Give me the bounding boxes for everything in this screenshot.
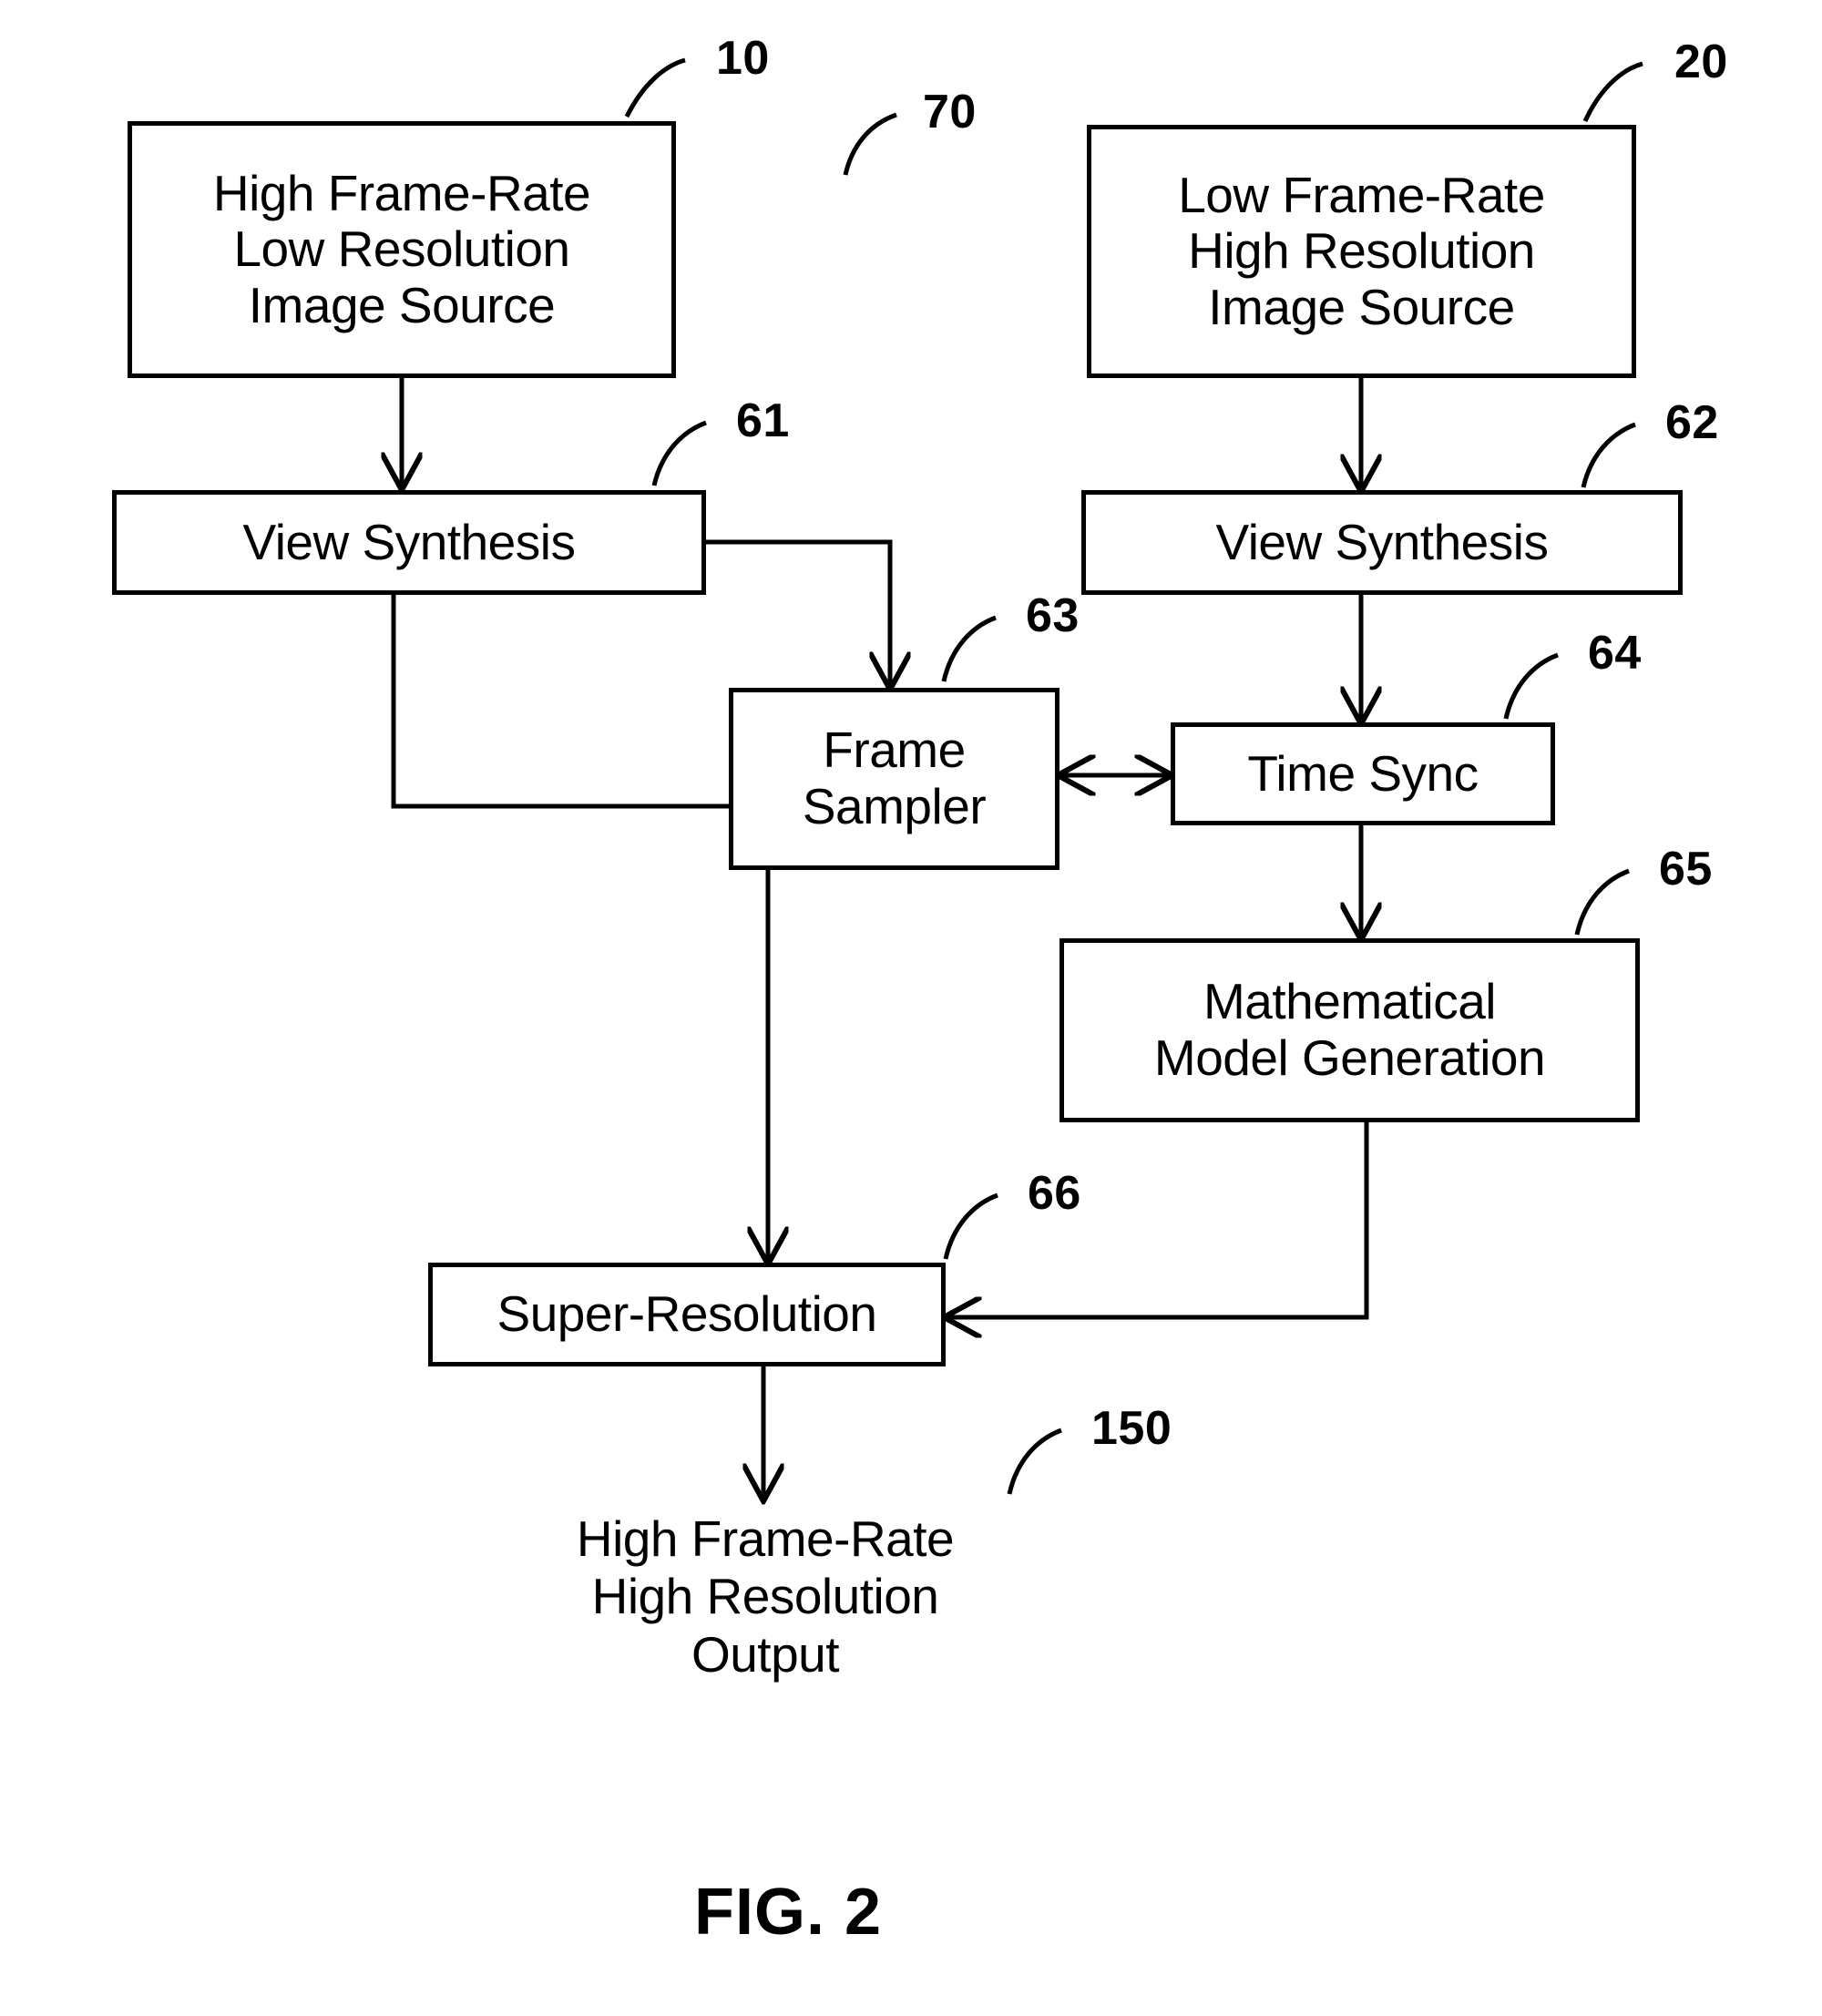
ref-numeral-20: 20 bbox=[1674, 36, 1728, 88]
ref-numeral-10: 10 bbox=[716, 32, 770, 85]
connector-viewsynth61-to-superres66 bbox=[391, 595, 768, 1263]
block-time-sync[interactable]: Time Sync bbox=[1171, 722, 1555, 825]
ref-numeral-150: 150 bbox=[1091, 1402, 1172, 1455]
connector-viewsynth61-to-framesampler63 bbox=[706, 539, 890, 688]
block-super-resolution[interactable]: Super-Resolution bbox=[428, 1263, 946, 1366]
block-label-view-synthesis-62: View Synthesis bbox=[1215, 513, 1549, 570]
block-low-framerate-high-res-source[interactable]: Low Frame-Rate High Resolution Image Sou… bbox=[1087, 125, 1636, 378]
leader-line-66 bbox=[943, 1192, 998, 1260]
ref-numeral-66: 66 bbox=[1028, 1167, 1081, 1220]
ref-numeral-61: 61 bbox=[736, 394, 790, 447]
block-label-time-sync-64: Time Sync bbox=[1247, 744, 1479, 802]
leader-line-61 bbox=[651, 420, 707, 486]
ref-numeral-70: 70 bbox=[923, 86, 977, 138]
ref-numeral-64: 64 bbox=[1588, 627, 1642, 680]
figure-caption: FIG. 2 bbox=[694, 1876, 883, 1949]
block-label-math-model-65: Mathematical Model Generation bbox=[1153, 973, 1546, 1086]
ref-numeral-62: 62 bbox=[1665, 396, 1719, 449]
leader-line-63 bbox=[941, 615, 997, 682]
block-label-view-synthesis-61: View Synthesis bbox=[242, 513, 576, 570]
block-view-synthesis-left[interactable]: View Synthesis bbox=[112, 490, 706, 595]
leader-line-20 bbox=[1582, 61, 1643, 123]
block-label-source-20: Low Frame-Rate High Resolution Image Sou… bbox=[1178, 166, 1545, 335]
leader-line-62 bbox=[1581, 422, 1636, 488]
block-label-super-resolution-66: Super-Resolution bbox=[496, 1285, 877, 1343]
leader-line-150 bbox=[1007, 1428, 1062, 1495]
leader-line-64 bbox=[1503, 652, 1559, 720]
block-mathematical-model-generation[interactable]: Mathematical Model Generation bbox=[1059, 938, 1640, 1122]
block-high-framerate-low-res-source[interactable]: High Frame-Rate Low Resolution Image Sou… bbox=[128, 121, 676, 378]
leader-line-10 bbox=[624, 57, 686, 118]
output-high-framerate-high-res: High Frame-Rate High Resolution Output bbox=[576, 1510, 955, 1683]
connector-mathmodel65-to-superres66 bbox=[946, 1122, 1369, 1317]
block-view-synthesis-right[interactable]: View Synthesis bbox=[1081, 490, 1683, 595]
patent-figure: High Frame-Rate Low Resolution Image Sou… bbox=[0, 0, 1822, 2016]
leader-line-65 bbox=[1574, 868, 1630, 936]
ref-numeral-65: 65 bbox=[1659, 843, 1713, 895]
block-frame-sampler[interactable]: Frame Sampler bbox=[729, 688, 1059, 870]
ref-numeral-63: 63 bbox=[1026, 589, 1080, 642]
block-label-source-10: High Frame-Rate Low Resolution Image Sou… bbox=[212, 164, 591, 333]
block-label-frame-sampler-63: Frame Sampler bbox=[802, 721, 987, 834]
leader-line-70 bbox=[843, 112, 897, 176]
